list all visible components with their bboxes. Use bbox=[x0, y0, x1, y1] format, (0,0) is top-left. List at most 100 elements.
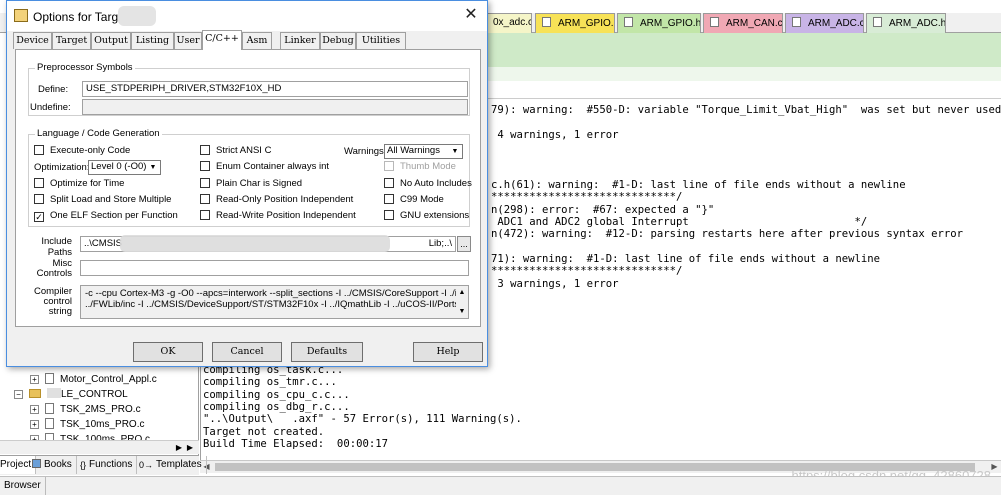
warnings-select[interactable]: All Warnings ▼ bbox=[384, 144, 463, 159]
misc-controls-input[interactable] bbox=[80, 260, 469, 276]
build-output-line: Build Time Elapsed: 00:00:17 bbox=[203, 438, 388, 450]
editor-area[interactable] bbox=[486, 33, 1001, 67]
editor-tab-arm-can-c[interactable]: ARM_CAN.c bbox=[703, 13, 783, 33]
compiler-control-string[interactable]: -c --cpu Cortex-M3 -g -O0 --apcs=interwo… bbox=[80, 285, 469, 319]
scroll-left-icon[interactable]: ▶ bbox=[174, 442, 184, 453]
build-output-line: compiling os_dbg_r.c... bbox=[203, 401, 350, 413]
group-title: Language / Code Generation bbox=[35, 128, 162, 139]
redaction bbox=[47, 388, 61, 398]
ro-position-independent-checkbox[interactable]: Read-Only Position Independent bbox=[200, 194, 353, 207]
plain-char-signed-checkbox[interactable]: Plain Char is Signed bbox=[200, 178, 302, 191]
tree-item[interactable]: + TSK_2MS_PRO.c bbox=[30, 403, 141, 418]
chevron-down-icon[interactable]: ▼ bbox=[449, 146, 461, 157]
split-load-store-checkbox[interactable]: Split Load and Store Multiple bbox=[34, 194, 171, 207]
chevron-down-icon[interactable]: ▼ bbox=[147, 162, 159, 173]
help-button[interactable]: Help bbox=[413, 342, 483, 362]
checkbox-icon[interactable] bbox=[384, 178, 394, 188]
checkbox-icon[interactable] bbox=[200, 178, 210, 188]
editor-tab-arm-gpio-c[interactable]: ARM_GPIO.c bbox=[535, 13, 615, 33]
tree-horizontal-scrollbar[interactable]: ▶ ▶ bbox=[0, 440, 199, 454]
execute-only-checkbox[interactable]: Execute-only Code bbox=[34, 145, 130, 158]
build-output-line: n(298): error: #67: expected a "}" bbox=[491, 204, 715, 216]
undefine-input[interactable] bbox=[82, 99, 468, 115]
ok-button[interactable]: OK bbox=[133, 342, 203, 362]
tab-target[interactable]: Target bbox=[52, 32, 91, 49]
checkbox-icon[interactable] bbox=[200, 161, 210, 171]
build-output-summary: "..\Output\ .axf" - 57 Error(s), 111 War… bbox=[203, 413, 522, 425]
no-auto-includes-checkbox[interactable]: No Auto Includes bbox=[384, 178, 472, 191]
checkbox-icon[interactable] bbox=[34, 194, 44, 204]
file-icon bbox=[45, 403, 54, 414]
tab-books[interactable]: Books bbox=[28, 456, 77, 474]
expand-icon[interactable]: + bbox=[30, 420, 39, 429]
optimize-time-checkbox[interactable]: Optimize for Time bbox=[34, 178, 124, 191]
editor-area-lower bbox=[486, 67, 1001, 81]
compiler-control-scrollbar[interactable]: ▲ ▼ bbox=[456, 286, 468, 318]
file-icon bbox=[45, 373, 54, 384]
checkmark-icon[interactable]: ✓ bbox=[34, 212, 44, 222]
browse-include-button[interactable]: ... bbox=[457, 236, 471, 252]
tab-user[interactable]: User bbox=[174, 32, 202, 49]
checkbox-icon[interactable] bbox=[34, 145, 44, 155]
chevron-down-icon[interactable]: ▼ bbox=[456, 306, 468, 317]
build-output-line: 79): warning: #550-D: variable "Torque_L… bbox=[491, 104, 1001, 116]
chevron-up-icon[interactable]: ▲ bbox=[456, 287, 468, 298]
c-cpp-tab-page: Preprocessor Symbols Define: USE_STDPERI… bbox=[15, 49, 481, 327]
optimization-label: Optimization: bbox=[34, 162, 90, 173]
tab-listing[interactable]: Listing bbox=[131, 32, 174, 49]
tab-device[interactable]: Device bbox=[13, 32, 52, 49]
file-icon bbox=[542, 17, 551, 27]
close-icon[interactable]: ✕ bbox=[459, 5, 483, 25]
tree-item[interactable]: + Motor_Control_Appl.c bbox=[30, 373, 157, 388]
dialog-title-bar[interactable]: Options for Target ✕ bbox=[7, 1, 487, 31]
rw-position-independent-checkbox[interactable]: Read-Write Position Independent bbox=[200, 210, 356, 223]
c99-mode-checkbox[interactable]: C99 Mode bbox=[384, 194, 444, 207]
warnings-label: Warnings: bbox=[344, 146, 387, 157]
scroll-right-icon[interactable]: ▶ bbox=[185, 442, 195, 453]
functions-icon: {} bbox=[80, 460, 87, 470]
redaction bbox=[118, 6, 156, 26]
editor-tab-arm-adc-h[interactable]: ARM_ADC.h bbox=[866, 13, 946, 33]
build-output-line: *****************************/ bbox=[491, 191, 683, 203]
tab-templates[interactable]: 0→ Templates bbox=[135, 456, 207, 474]
define-input[interactable]: USE_STDPERIPH_DRIVER,STM32F10X_HD bbox=[82, 81, 468, 97]
checkbox-icon bbox=[384, 161, 394, 171]
browser-bar: Browser bbox=[0, 476, 1001, 495]
tab-asm[interactable]: Asm bbox=[242, 32, 272, 49]
tab-debug[interactable]: Debug bbox=[320, 32, 356, 49]
books-icon bbox=[32, 459, 41, 468]
tree-folder[interactable]: − LE_CONTROL bbox=[14, 388, 128, 403]
tab-c-cpp[interactable]: C/C++ bbox=[202, 30, 242, 50]
checkbox-icon[interactable] bbox=[384, 194, 394, 204]
checkbox-icon[interactable] bbox=[34, 178, 44, 188]
expand-icon[interactable]: + bbox=[30, 405, 39, 414]
build-output-line: n(472): warning: #12-D: parsing restarts… bbox=[491, 228, 963, 240]
checkbox-icon[interactable] bbox=[200, 145, 210, 155]
editor-tab-arm-gpio-h[interactable]: ARM_GPIO.h bbox=[617, 13, 701, 33]
strict-ansi-checkbox[interactable]: Strict ANSI C bbox=[200, 145, 271, 158]
tree-item[interactable]: + TSK_10ms_PRO.c bbox=[30, 418, 144, 433]
tab-linker[interactable]: Linker bbox=[280, 32, 320, 49]
editor-tab-arm-adc-c[interactable]: ARM_ADC.c bbox=[785, 13, 864, 33]
checkbox-icon[interactable] bbox=[384, 210, 394, 220]
one-elf-section-checkbox[interactable]: ✓ One ELF Section per Function bbox=[34, 210, 178, 223]
editor-tab-0x-adc-c[interactable]: 0x_adc.c bbox=[486, 13, 532, 33]
cancel-button[interactable]: Cancel bbox=[212, 342, 282, 362]
tab-utilities[interactable]: Utilities bbox=[356, 32, 406, 49]
enum-container-checkbox[interactable]: Enum Container always int bbox=[200, 161, 329, 174]
build-output-line: compiling os_cpu_c.c... bbox=[203, 389, 350, 401]
optimization-select[interactable]: Level 0 (-O0) ▼ bbox=[88, 160, 161, 175]
collapse-icon[interactable]: − bbox=[14, 390, 23, 399]
checkbox-icon[interactable] bbox=[200, 194, 210, 204]
tab-functions[interactable]: {} Functions bbox=[76, 456, 138, 474]
expand-icon[interactable]: + bbox=[30, 375, 39, 384]
file-icon bbox=[792, 17, 801, 27]
file-icon bbox=[873, 17, 882, 27]
checkbox-icon[interactable] bbox=[200, 210, 210, 220]
defaults-button[interactable]: Defaults bbox=[291, 342, 363, 362]
tab-output[interactable]: Output bbox=[91, 32, 131, 49]
tab-browser[interactable]: Browser bbox=[0, 477, 46, 495]
gnu-extensions-checkbox[interactable]: GNU extensions bbox=[384, 210, 469, 223]
build-output-line: compiling os_tmr.c... bbox=[203, 376, 337, 388]
compiler-control-label: Compiler control string bbox=[33, 286, 72, 317]
